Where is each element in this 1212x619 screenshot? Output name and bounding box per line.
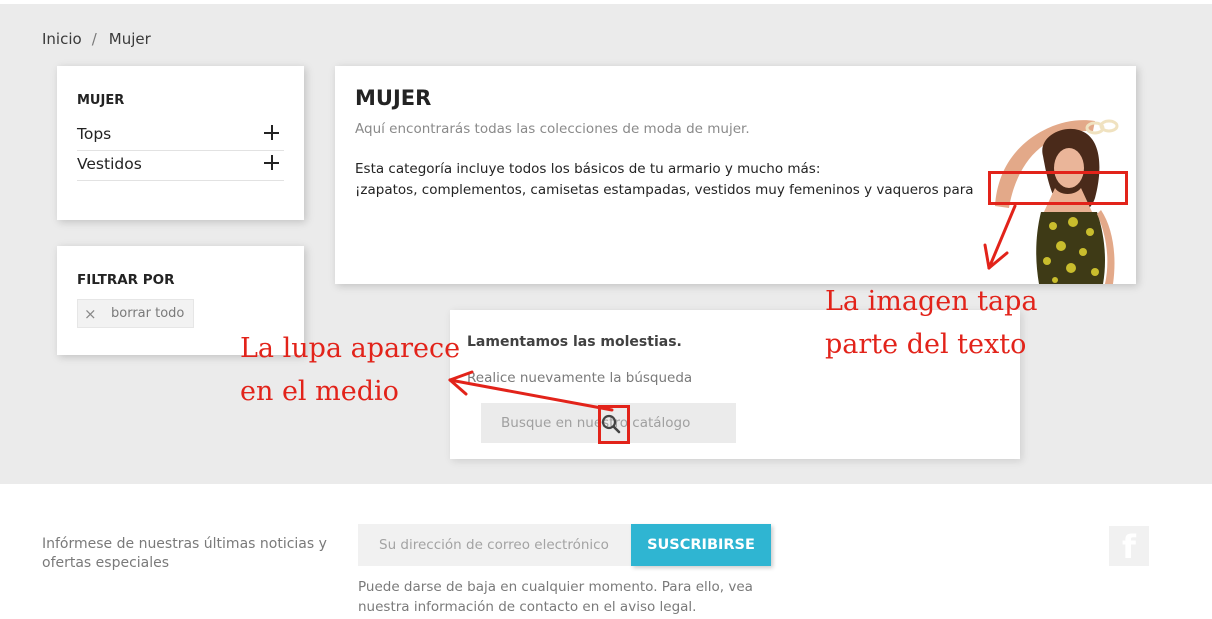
subscribe-button[interactable]: SUSCRIBIRSE (631, 524, 771, 566)
newsletter-note: Puede darse de baja en cualquier momento… (358, 579, 753, 615)
annotation-lupa-note: La lupa aparece en el medio (240, 327, 460, 413)
newsletter-text: Infórmese de nuestras últimas noticias y… (42, 536, 327, 571)
newsletter-email-input[interactable] (358, 524, 631, 566)
annotation-line: parte del texto (825, 329, 1027, 360)
annotation-image-note: La imagen tapa parte del texto (825, 280, 1038, 366)
facebook-icon[interactable]: f (1109, 526, 1149, 566)
annotation-line: La lupa aparece (240, 333, 461, 364)
annotation-line: La imagen tapa (825, 286, 1038, 317)
annotation-line: en el medio (240, 376, 399, 407)
facebook-glyph: f (1122, 528, 1136, 566)
